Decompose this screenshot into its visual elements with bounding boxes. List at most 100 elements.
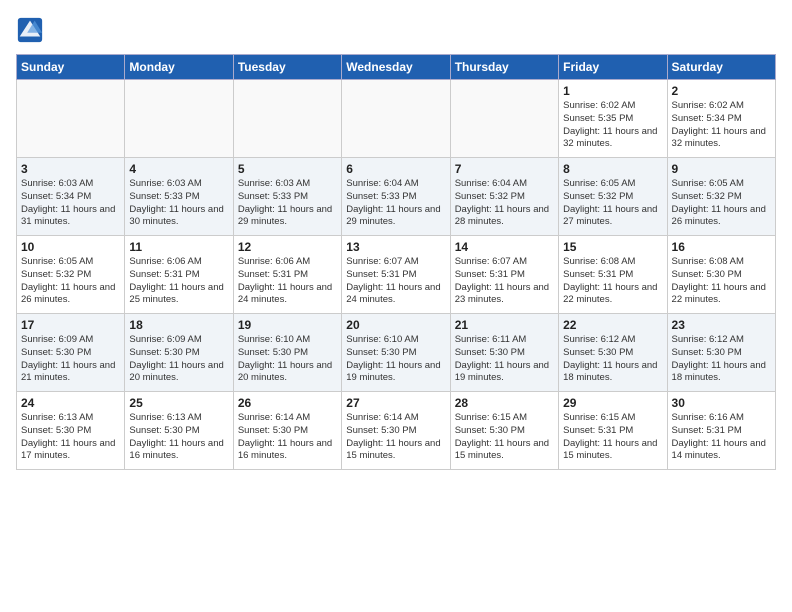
calendar-table: SundayMondayTuesdayWednesdayThursdayFrid…	[16, 54, 776, 470]
day-cell: 26 Sunrise: 6:14 AM Sunset: 5:30 PM Dayli…	[233, 392, 341, 470]
week-row-0: 1 Sunrise: 6:02 AM Sunset: 5:35 PM Daylig…	[17, 80, 776, 158]
day-cell: 30Sunrise: 6:16 AM Sunset: 5:31 PM Dayli…	[667, 392, 775, 470]
day-cell: 23 Sunrise: 6:12 AM Sunset: 5:30 PM Dayli…	[667, 314, 775, 392]
day-info: Sunrise: 6:02 AM Sunset: 5:35 PM Dayligh…	[563, 100, 662, 151]
day-info: Sunrise: 6:03 AM Sunset: 5:34 PM Dayligh…	[21, 178, 120, 229]
day-cell: 4Sunrise: 6:03 AM Sunset: 5:33 PM Daylig…	[125, 158, 233, 236]
day-cell: 7 Sunrise: 6:04 AM Sunset: 5:32 PM Daylig…	[450, 158, 558, 236]
day-number: 23	[672, 318, 771, 332]
day-number: 15	[563, 240, 662, 254]
day-cell	[342, 80, 450, 158]
day-number: 21	[455, 318, 554, 332]
day-info: Sunrise: 6:08 AM Sunset: 5:31 PM Dayligh…	[563, 256, 662, 307]
day-cell	[125, 80, 233, 158]
day-number: 7	[455, 162, 554, 176]
logo	[16, 16, 48, 44]
day-info: Sunrise: 6:06 AM Sunset: 5:31 PM Dayligh…	[129, 256, 228, 307]
day-info: Sunrise: 6:09 AM Sunset: 5:30 PM Dayligh…	[129, 334, 228, 385]
day-number: 17	[21, 318, 120, 332]
day-number: 20	[346, 318, 445, 332]
day-info: Sunrise: 6:05 AM Sunset: 5:32 PM Dayligh…	[21, 256, 120, 307]
day-cell: 6Sunrise: 6:04 AM Sunset: 5:33 PM Daylig…	[342, 158, 450, 236]
page-header	[16, 16, 776, 44]
day-number: 27	[346, 396, 445, 410]
day-number: 25	[129, 396, 228, 410]
day-info: Sunrise: 6:11 AM Sunset: 5:30 PM Dayligh…	[455, 334, 554, 385]
day-cell: 27 Sunrise: 6:14 AM Sunset: 5:30 PM Dayli…	[342, 392, 450, 470]
day-cell: 29 Sunrise: 6:15 AM Sunset: 5:31 PM Dayli…	[559, 392, 667, 470]
weekday-header-tuesday: Tuesday	[233, 55, 341, 80]
day-cell: 12 Sunrise: 6:06 AM Sunset: 5:31 PM Dayli…	[233, 236, 341, 314]
day-cell: 28 Sunrise: 6:15 AM Sunset: 5:30 PM Dayli…	[450, 392, 558, 470]
day-cell: 1 Sunrise: 6:02 AM Sunset: 5:35 PM Daylig…	[559, 80, 667, 158]
week-row-2: 10 Sunrise: 6:05 AM Sunset: 5:32 PM Dayli…	[17, 236, 776, 314]
day-cell: 22 Sunrise: 6:12 AM Sunset: 5:30 PM Dayli…	[559, 314, 667, 392]
day-cell: 21 Sunrise: 6:11 AM Sunset: 5:30 PM Dayli…	[450, 314, 558, 392]
day-number: 14	[455, 240, 554, 254]
day-number: 22	[563, 318, 662, 332]
day-number: 8	[563, 162, 662, 176]
weekday-header-sunday: Sunday	[17, 55, 125, 80]
day-number: 29	[563, 396, 662, 410]
calendar-body: 1 Sunrise: 6:02 AM Sunset: 5:35 PM Daylig…	[17, 80, 776, 470]
day-cell: 5Sunrise: 6:03 AM Sunset: 5:33 PM Daylig…	[233, 158, 341, 236]
day-number: 16	[672, 240, 771, 254]
day-info: Sunrise: 6:08 AM Sunset: 5:30 PM Dayligh…	[672, 256, 771, 307]
weekday-header-friday: Friday	[559, 55, 667, 80]
day-info: Sunrise: 6:05 AM Sunset: 5:32 PM Dayligh…	[563, 178, 662, 229]
weekday-header-monday: Monday	[125, 55, 233, 80]
day-info: Sunrise: 6:13 AM Sunset: 5:30 PM Dayligh…	[21, 412, 120, 463]
day-number: 18	[129, 318, 228, 332]
day-cell: 17 Sunrise: 6:09 AM Sunset: 5:30 PM Dayli…	[17, 314, 125, 392]
weekday-header-wednesday: Wednesday	[342, 55, 450, 80]
day-info: Sunrise: 6:15 AM Sunset: 5:31 PM Dayligh…	[563, 412, 662, 463]
day-info: Sunrise: 6:16 AM Sunset: 5:31 PM Dayligh…	[672, 412, 771, 463]
day-cell	[17, 80, 125, 158]
weekday-header-saturday: Saturday	[667, 55, 775, 80]
day-cell: 3 Sunrise: 6:03 AM Sunset: 5:34 PM Daylig…	[17, 158, 125, 236]
week-row-3: 17 Sunrise: 6:09 AM Sunset: 5:30 PM Dayli…	[17, 314, 776, 392]
day-cell: 15 Sunrise: 6:08 AM Sunset: 5:31 PM Dayli…	[559, 236, 667, 314]
day-info: Sunrise: 6:07 AM Sunset: 5:31 PM Dayligh…	[455, 256, 554, 307]
day-info: Sunrise: 6:06 AM Sunset: 5:31 PM Dayligh…	[238, 256, 337, 307]
day-info: Sunrise: 6:10 AM Sunset: 5:30 PM Dayligh…	[238, 334, 337, 385]
week-row-4: 24Sunrise: 6:13 AM Sunset: 5:30 PM Dayli…	[17, 392, 776, 470]
day-number: 3	[21, 162, 120, 176]
day-number: 10	[21, 240, 120, 254]
day-cell: 14 Sunrise: 6:07 AM Sunset: 5:31 PM Dayli…	[450, 236, 558, 314]
day-info: Sunrise: 6:14 AM Sunset: 5:30 PM Dayligh…	[238, 412, 337, 463]
day-info: Sunrise: 6:03 AM Sunset: 5:33 PM Dayligh…	[238, 178, 337, 229]
day-cell: 18 Sunrise: 6:09 AM Sunset: 5:30 PM Dayli…	[125, 314, 233, 392]
day-cell: 2Sunrise: 6:02 AM Sunset: 5:34 PM Daylig…	[667, 80, 775, 158]
day-info: Sunrise: 6:07 AM Sunset: 5:31 PM Dayligh…	[346, 256, 445, 307]
day-info: Sunrise: 6:10 AM Sunset: 5:30 PM Dayligh…	[346, 334, 445, 385]
day-cell	[233, 80, 341, 158]
day-number: 28	[455, 396, 554, 410]
day-number: 13	[346, 240, 445, 254]
day-info: Sunrise: 6:09 AM Sunset: 5:30 PM Dayligh…	[21, 334, 120, 385]
day-cell: 8 Sunrise: 6:05 AM Sunset: 5:32 PM Daylig…	[559, 158, 667, 236]
day-info: Sunrise: 6:04 AM Sunset: 5:33 PM Dayligh…	[346, 178, 445, 229]
day-cell: 9 Sunrise: 6:05 AM Sunset: 5:32 PM Daylig…	[667, 158, 775, 236]
day-cell	[450, 80, 558, 158]
day-number: 2	[672, 84, 771, 98]
week-row-1: 3 Sunrise: 6:03 AM Sunset: 5:34 PM Daylig…	[17, 158, 776, 236]
day-number: 9	[672, 162, 771, 176]
day-info: Sunrise: 6:12 AM Sunset: 5:30 PM Dayligh…	[672, 334, 771, 385]
day-number: 26	[238, 396, 337, 410]
day-info: Sunrise: 6:04 AM Sunset: 5:32 PM Dayligh…	[455, 178, 554, 229]
day-info: Sunrise: 6:05 AM Sunset: 5:32 PM Dayligh…	[672, 178, 771, 229]
day-info: Sunrise: 6:15 AM Sunset: 5:30 PM Dayligh…	[455, 412, 554, 463]
weekday-header-row: SundayMondayTuesdayWednesdayThursdayFrid…	[17, 55, 776, 80]
day-info: Sunrise: 6:03 AM Sunset: 5:33 PM Dayligh…	[129, 178, 228, 229]
calendar-header: SundayMondayTuesdayWednesdayThursdayFrid…	[17, 55, 776, 80]
day-number: 12	[238, 240, 337, 254]
day-info: Sunrise: 6:14 AM Sunset: 5:30 PM Dayligh…	[346, 412, 445, 463]
day-info: Sunrise: 6:12 AM Sunset: 5:30 PM Dayligh…	[563, 334, 662, 385]
day-number: 19	[238, 318, 337, 332]
day-cell: 11Sunrise: 6:06 AM Sunset: 5:31 PM Dayli…	[125, 236, 233, 314]
day-cell: 25 Sunrise: 6:13 AM Sunset: 5:30 PM Dayli…	[125, 392, 233, 470]
day-cell: 24Sunrise: 6:13 AM Sunset: 5:30 PM Dayli…	[17, 392, 125, 470]
day-number: 1	[563, 84, 662, 98]
day-info: Sunrise: 6:13 AM Sunset: 5:30 PM Dayligh…	[129, 412, 228, 463]
